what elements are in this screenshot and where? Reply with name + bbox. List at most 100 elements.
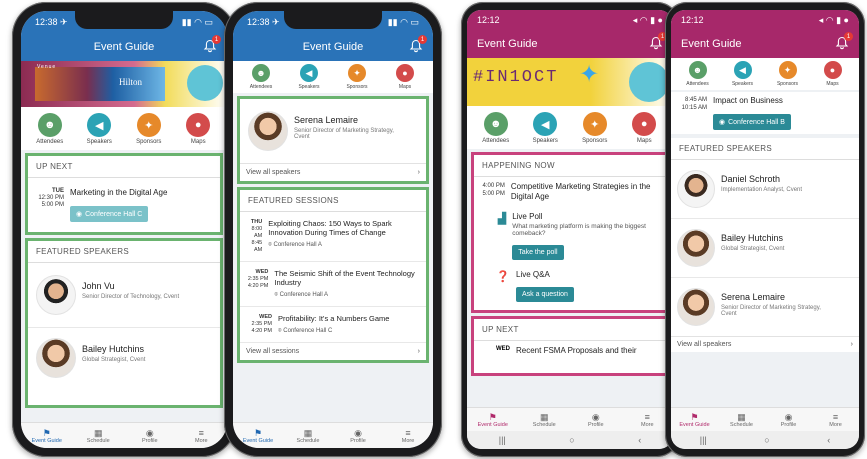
location-button[interactable]: ◉ Conference Hall B [713,114,791,130]
calendar-icon: ▦ [539,411,549,422]
session-location: ⌾ Conference Hall A [274,292,420,299]
notifications-button[interactable]: 1 [835,32,853,50]
tab-profile[interactable]: ◉ Profile [570,408,622,431]
megaphone-icon: ◀ [533,112,558,136]
view-all-speakers-link[interactable]: View all speakers › [240,163,426,181]
session-row[interactable]: WED Recent FSMA Proposals and their [474,341,666,360]
featured-speakers-card: FEATURED SPEAKERS John Vu Senior Director… [25,238,223,408]
view-all-sessions-link[interactable]: View all sessions › [240,343,426,360]
ask-question-button[interactable]: Ask a question [516,287,574,302]
tab-more[interactable]: ≡ More [176,423,228,448]
session-title: Exploiting Chaos: 150 Ways to Spark Inno… [268,219,392,237]
tab-label: Event Guide [31,437,62,444]
recents-icon[interactable]: ||| [700,435,707,445]
link-label: Attendees [249,84,273,90]
tab-profile[interactable]: ◉ Profile [124,423,176,448]
speaker-row[interactable]: Bailey Hutchins Global Strategist, Cvent [671,219,859,278]
sponsors-link[interactable]: ✦ Sponsors [570,112,620,144]
sponsors-link[interactable]: ✦ Sponsors [124,113,174,145]
back-icon[interactable]: ‹ [638,435,641,445]
speaker-row[interactable]: Bailey Hutchins Global Strategist, Cvent [28,328,220,388]
sponsors-link[interactable]: ✦ Sponsors [333,64,381,90]
session-time: WED 2:35 PM 4:20 PM [246,269,268,290]
map-pin-icon: ◉ [76,211,83,218]
session-row[interactable]: WED 2:35 PM 4:20 PM The Seismic Shift of t… [240,262,426,307]
attendees-link[interactable]: ☻ Attendees [25,113,75,145]
speakers-link[interactable]: ◀ Speakers [285,64,333,90]
back-icon[interactable]: ‹ [827,435,830,445]
speaker-row[interactable]: Daniel Schroth Implementation Analyst, Cv… [671,160,859,219]
tab-bar: ⚑ Event Guide ▦ Schedule ◉ Profile ≡ More [21,422,227,448]
notifications-button[interactable]: 1 [649,32,667,50]
session-day: WED [259,314,272,320]
section-heading: HAPPENING NOW [474,155,666,177]
signpost-icon: ⚑ [253,427,263,438]
speaker-row[interactable]: Serena Lemaire Senior Director of Marketi… [240,99,426,163]
tab-profile[interactable]: ◉ Profile [333,423,383,448]
tab-schedule[interactable]: ▦ Schedule [73,423,125,448]
notification-badge: 1 [212,35,221,44]
speaker-row[interactable]: Serena Lemaire Senior Director of Marketi… [671,278,859,336]
maps-link[interactable]: ● Maps [810,61,855,87]
attendees-link[interactable]: ☻ Attendees [471,112,521,144]
avatar [677,170,715,208]
attendees-link[interactable]: ☻ Attendees [237,64,285,90]
event-banner: Venue Hilton [21,61,227,107]
session-row[interactable]: THU 8:00 AM 8:45 AM Exploiting Chaos: 150 … [240,212,426,262]
tab-label: Event Guide [679,421,710,428]
attendees-icon: ☻ [252,64,270,82]
tab-more[interactable]: ≡ More [383,423,433,448]
session-title: Profitability: It's a Numbers Game [278,314,390,323]
home-icon[interactable]: ○ [569,435,574,445]
session-row[interactable]: 8:45 AM 10:15 AM Impact on Business ◉ Conf… [677,96,853,130]
recents-icon[interactable]: ||| [499,435,506,445]
speakers-link[interactable]: ◀ Speakers [720,61,765,87]
link-label: Speakers [532,138,558,144]
tab-schedule[interactable]: ▦ Schedule [283,423,333,448]
session-end: 8:45 AM [251,240,263,253]
link-label: Attendees [36,139,64,145]
tab-schedule[interactable]: ▦ Schedule [718,408,765,431]
tab-event-guide[interactable]: ⚑ Event Guide [21,423,73,448]
screen: 12:12 ◂ ◠ ▮ ● Event Guide 1 #IN1OCT ✦ ☻ At… [467,10,673,449]
attendees-link[interactable]: ☻ Attendees [675,61,720,87]
tab-event-guide[interactable]: ⚑ Event Guide [671,408,718,431]
chevron-right-icon: › [417,169,420,176]
phone-android-1: 12:12 ◂ ◠ ▮ ● Event Guide 1 #IN1OCT ✦ ☻ At… [461,2,679,457]
tab-label: Event Guide [477,421,508,428]
notifications-button[interactable]: 1 [203,35,221,53]
page-title: Event Guide [93,41,155,53]
tab-more[interactable]: ≡ More [812,408,859,431]
notifications-button[interactable]: 1 [409,35,427,53]
link-label: Speakers [298,84,320,90]
bar-chart-icon: ▟ [497,213,507,225]
maps-link[interactable]: ● Maps [620,112,670,144]
screen: 12:12 ◂ ◠ ▮ ● Event Guide 1 ☻ Attendees ◀ S… [671,10,859,449]
session-title: The Seismic Shift of the Event Technolog… [274,269,415,287]
view-all-speakers-link[interactable]: View all speakers › [671,336,859,352]
maps-link[interactable]: ● Maps [174,113,224,145]
speaker-row[interactable]: John Vu Senior Director of Technology, Cv… [28,263,220,328]
android-nav-bar: ||| ○ ‹ [467,431,673,449]
phone-ios-1: 12:38 ✈ ▮▮ ◠ ▭ Event Guide 1 Venue Hilton… [12,2,236,457]
link-label: Maps [636,138,652,144]
clock: 12:12 [477,15,500,25]
tab-schedule[interactable]: ▦ Schedule [519,408,571,431]
session-row[interactable]: WED 2:35 PM 4:20 PM Profitability: It's a … [240,307,426,343]
avatar [36,338,76,378]
session-row[interactable]: 4:00 PM 5:00 PM Competitive Marketing Str… [474,177,666,207]
link-label: Speakers [86,139,112,145]
tab-event-guide[interactable]: ⚑ Event Guide [233,423,283,448]
session-row[interactable]: TUE 12:30 PM 5:00 PM Marketing in the Di… [28,178,220,232]
session-title: Marketing in the Digital Age [70,188,168,197]
poll-title: Live Poll [512,212,543,221]
location-button[interactable]: ◉ Conference Hall C [70,206,149,222]
home-icon[interactable]: ○ [764,435,769,445]
take-poll-button[interactable]: Take the poll [512,245,564,260]
tab-profile[interactable]: ◉ Profile [765,408,812,431]
tab-event-guide[interactable]: ⚑ Event Guide [467,408,519,431]
maps-link[interactable]: ● Maps [381,64,429,90]
speakers-link[interactable]: ◀ Speakers [75,113,125,145]
sponsors-link[interactable]: ✦ Sponsors [765,61,810,87]
speakers-link[interactable]: ◀ Speakers [521,112,571,144]
